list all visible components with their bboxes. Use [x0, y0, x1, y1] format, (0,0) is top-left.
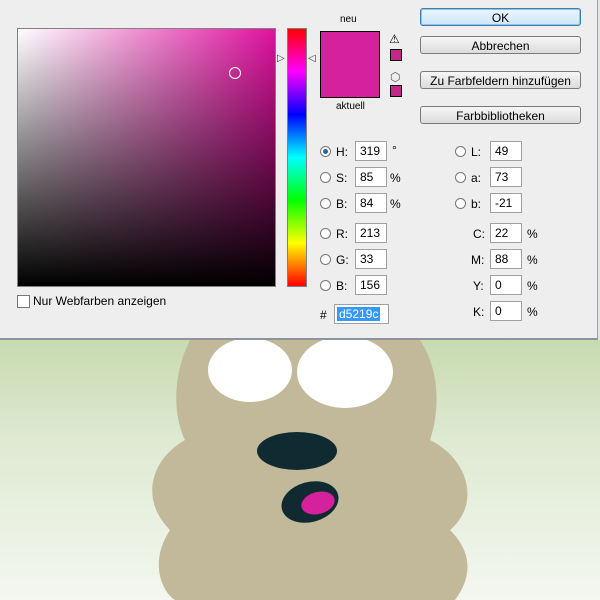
hue-slider-left-arrow[interactable]: ▷: [277, 53, 285, 64]
radio-hue[interactable]: [320, 146, 331, 157]
web-safe-cube-icon: ⬡: [390, 70, 401, 84]
hex-value-selection: d5219c: [337, 307, 381, 321]
new-color-swatch: [321, 32, 379, 65]
brightness-label: B:: [336, 197, 348, 211]
preview-new-label: neu: [340, 14, 357, 25]
lab-l-field[interactable]: 49: [490, 141, 522, 161]
hue-slider-right-arrow[interactable]: ◁: [308, 53, 316, 64]
saturation-label: S:: [336, 171, 348, 185]
hue-label: H:: [336, 145, 348, 159]
hex-label: #: [320, 308, 327, 322]
blue-field[interactable]: 156: [355, 275, 387, 295]
black-label: K:: [473, 305, 485, 319]
radio-brightness[interactable]: [320, 198, 331, 209]
magenta-label: M:: [471, 253, 485, 267]
hue-field[interactable]: 319: [355, 141, 387, 161]
black-field[interactable]: 0: [490, 301, 522, 321]
radio-lab-a[interactable]: [455, 172, 466, 183]
yellow-label: Y:: [473, 279, 484, 293]
black-unit: %: [527, 305, 538, 319]
left-eye: [208, 338, 292, 402]
lab-a-field[interactable]: 73: [490, 167, 522, 187]
yellow-unit: %: [527, 279, 538, 293]
red-label: R:: [336, 227, 348, 241]
cyan-label: C:: [473, 227, 485, 241]
radio-lab-b[interactable]: [455, 198, 466, 209]
cyan-field[interactable]: 22: [490, 223, 522, 243]
saturation-unit: %: [390, 171, 401, 185]
red-field[interactable]: 213: [355, 223, 387, 243]
preview-current-label: aktuell: [336, 101, 365, 112]
brightness-field[interactable]: 84: [355, 193, 387, 213]
radio-lightness[interactable]: [455, 146, 466, 157]
radio-red[interactable]: [320, 228, 331, 239]
magenta-field[interactable]: 88: [490, 249, 522, 269]
color-libraries-button[interactable]: Farbbibliotheken: [420, 106, 581, 124]
color-picker-cursor[interactable]: [229, 67, 241, 79]
web-colors-label: Nur Webfarben anzeigen: [33, 294, 167, 308]
saturation-field[interactable]: 85: [355, 167, 387, 187]
blue-label: B:: [336, 279, 348, 293]
hue-unit: °: [392, 143, 397, 157]
hex-field[interactable]: d5219c: [334, 304, 389, 324]
add-to-swatches-button[interactable]: Zu Farbfeldern hinzufügen: [420, 71, 581, 89]
lab-a-label: a:: [471, 171, 482, 185]
ok-button[interactable]: OK: [420, 8, 581, 26]
nose: [257, 432, 337, 470]
radio-green[interactable]: [320, 254, 331, 265]
green-label: G:: [336, 253, 349, 267]
gamut-warning-icon: ⚠: [389, 32, 400, 46]
cancel-button[interactable]: Abbrechen: [420, 36, 581, 54]
lab-l-label: L:: [471, 145, 482, 159]
saturation-brightness-field[interactable]: [17, 28, 276, 287]
current-color-swatch[interactable]: [321, 65, 379, 97]
radio-saturation[interactable]: [320, 172, 331, 183]
brightness-unit: %: [390, 197, 401, 211]
lab-b-field[interactable]: -21: [490, 193, 522, 213]
web-safe-swatch[interactable]: [390, 85, 402, 97]
hue-slider[interactable]: [287, 28, 307, 287]
lab-b-label: b:: [471, 197, 482, 211]
web-colors-checkbox[interactable]: [17, 295, 30, 308]
color-preview: [320, 31, 380, 98]
right-eye: [297, 336, 393, 408]
gamut-correction-swatch[interactable]: [390, 49, 402, 61]
yellow-field[interactable]: 0: [490, 275, 522, 295]
radio-blue[interactable]: [320, 280, 331, 291]
color-picker-dialog: ▷ ◁ neu aktuell ⚠ ⬡ OK Abbrechen Zu Farb…: [0, 0, 598, 340]
green-field[interactable]: 33: [355, 249, 387, 269]
magenta-unit: %: [527, 253, 538, 267]
cyan-unit: %: [527, 227, 538, 241]
